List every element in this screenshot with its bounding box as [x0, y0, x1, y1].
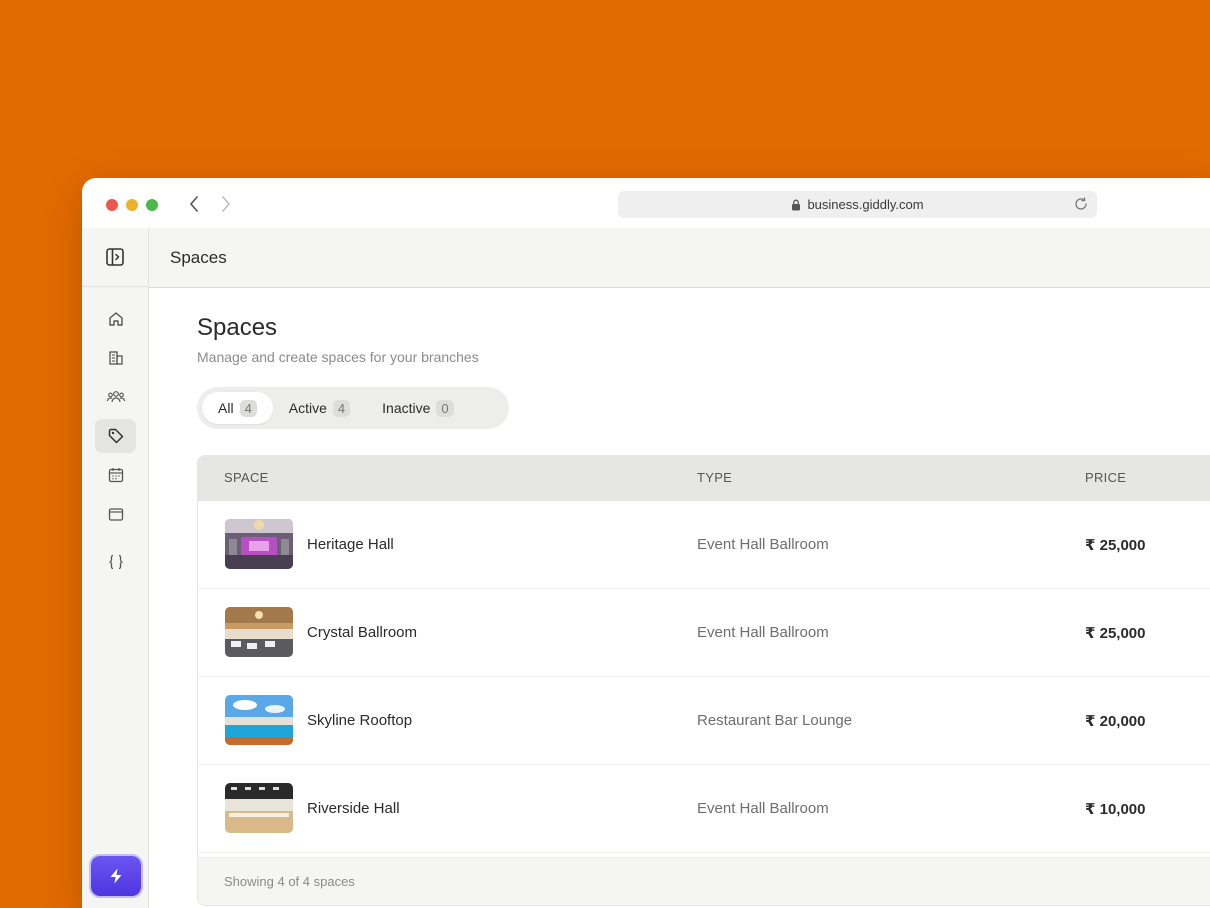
address-bar[interactable]: business.giddly.com: [618, 191, 1097, 218]
sidebar-item-branches[interactable]: [95, 341, 136, 375]
tab-label: All: [218, 400, 234, 416]
header-title: Spaces: [170, 247, 227, 267]
sidebar-item-home[interactable]: [95, 302, 136, 336]
space-price: ₹ 10,000: [1085, 801, 1146, 818]
table-row[interactable]: Crystal Ballroom Event Hall Ballroom ₹ 2…: [198, 589, 1210, 677]
table-row[interactable]: Riverside Hall Event Hall Ballroom ₹ 10,…: [198, 765, 1210, 853]
building-icon: [108, 351, 123, 365]
back-button[interactable]: [186, 195, 202, 213]
sidebar-toggle-button[interactable]: [105, 247, 125, 267]
tab-count-badge: 4: [332, 399, 351, 417]
table-row[interactable]: Skyline Rooftop Restaurant Bar Lounge ₹ …: [198, 677, 1210, 765]
tab-label: Active: [288, 400, 327, 416]
address-url: business.giddly.com: [807, 197, 924, 212]
space-type: Event Hall Ballroom: [697, 624, 829, 641]
lightning-icon: [110, 868, 122, 884]
maximize-window-button[interactable]: [146, 199, 158, 211]
sidebar-item-team[interactable]: [95, 380, 136, 414]
calendar-icon: [108, 468, 123, 483]
column-header-space[interactable]: SPACE: [224, 470, 269, 485]
main-content: Spaces Manage and create spaces for your…: [149, 288, 1210, 908]
space-type: Restaurant Bar Lounge: [697, 712, 853, 729]
tag-icon: [108, 428, 123, 444]
braces-icon: [108, 554, 123, 570]
forward-button[interactable]: [218, 195, 234, 213]
space-thumbnail: [225, 519, 293, 569]
space-price: ₹ 25,000: [1085, 537, 1146, 554]
space-name: Skyline Rooftop: [307, 712, 413, 729]
table-header: SPACE TYPE PRICE: [198, 456, 1210, 501]
column-header-price[interactable]: PRICE: [1085, 470, 1126, 485]
table-row[interactable]: Heritage Hall Event Hall Ballroom ₹ 25,0…: [198, 501, 1210, 589]
chevron-right-icon: [222, 196, 230, 212]
space-thumbnail: [225, 607, 293, 657]
column-header-type[interactable]: TYPE: [697, 470, 732, 485]
page-subtitle: Manage and create spaces for your branch…: [197, 349, 479, 365]
wallet-icon: [108, 508, 123, 521]
space-name: Crystal Ballroom: [307, 624, 418, 641]
tab-inactive[interactable]: Inactive 0: [366, 392, 469, 424]
table-footer: Showing 4 of 4 spaces: [198, 857, 1210, 905]
tab-label: Inactive: [382, 400, 431, 416]
tab-all[interactable]: All 4: [202, 392, 273, 424]
space-name: Heritage Hall: [307, 536, 394, 553]
minimize-window-button[interactable]: [126, 199, 138, 211]
users-icon: [106, 391, 125, 403]
space-thumbnail: [225, 783, 293, 833]
sidebar-item-spaces[interactable]: [95, 419, 136, 453]
page-title: Spaces: [197, 314, 278, 341]
reload-icon[interactable]: [1073, 196, 1089, 212]
space-thumbnail: [225, 695, 293, 745]
quick-action-button[interactable]: [91, 856, 141, 896]
space-name: Riverside Hall: [307, 800, 400, 817]
panel-toggle-icon: [106, 248, 124, 266]
page-header: Spaces: [149, 228, 1210, 288]
pagination-summary: Showing 4 of 4 spaces: [224, 874, 355, 889]
tab-count-badge: 0: [436, 399, 454, 417]
space-price: ₹ 20,000: [1085, 713, 1146, 730]
tab-count-badge: 4: [239, 399, 257, 417]
chevron-left-icon: [190, 196, 198, 212]
home-icon: [108, 312, 123, 326]
sidebar-item-bookings[interactable]: [95, 458, 136, 492]
sidebar-item-payments[interactable]: [95, 497, 136, 531]
browser-window: business.giddly.com Spaces Spaces Manage…: [82, 178, 1210, 908]
browser-titlebar: business.giddly.com: [82, 178, 1210, 228]
space-type: Event Hall Ballroom: [697, 800, 829, 817]
tab-active[interactable]: Active 4: [273, 392, 366, 424]
space-type: Event Hall Ballroom: [697, 536, 829, 553]
spaces-table: SPACE TYPE PRICE Heritage Hall Event Hal…: [197, 455, 1210, 906]
close-window-button[interactable]: [106, 199, 118, 211]
sidebar-item-integrations[interactable]: [95, 545, 136, 579]
lock-icon: [791, 199, 801, 211]
space-price: ₹ 25,000: [1085, 625, 1146, 642]
status-filter-tabs: All 4 Active 4 Inactive 0: [197, 387, 509, 429]
sidebar: [82, 228, 149, 908]
window-controls: [106, 199, 158, 211]
